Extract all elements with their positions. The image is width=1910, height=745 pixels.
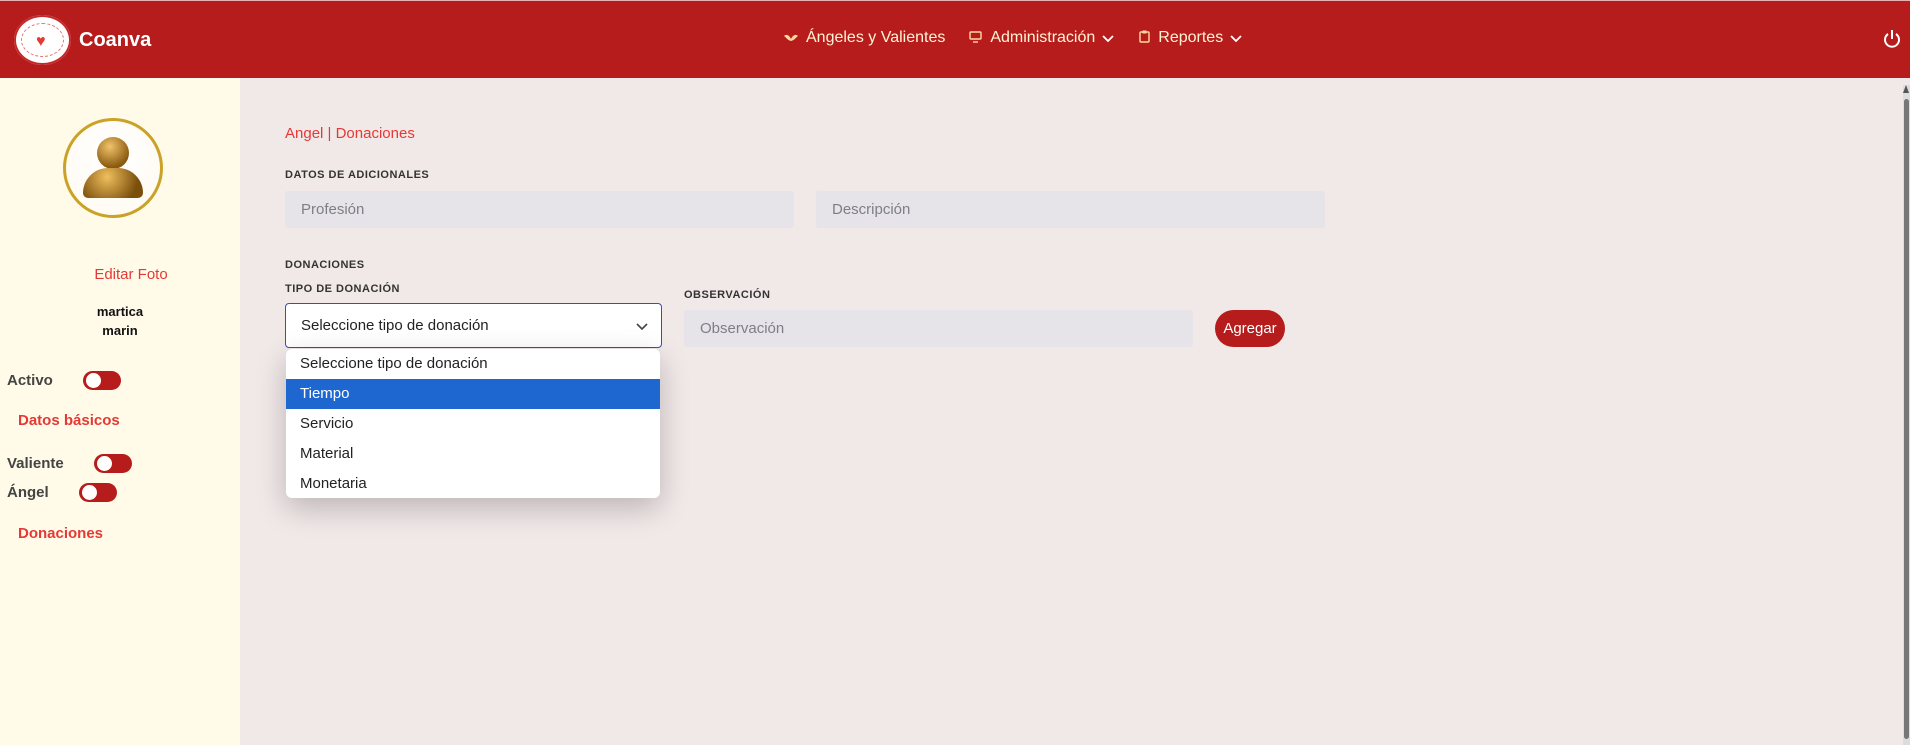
tipo-donacion-select[interactable]: Seleccione tipo de donación (285, 303, 662, 348)
logo: ♥ (14, 15, 71, 65)
nav-item-administracion[interactable]: Administración (969, 29, 1115, 47)
angel-label: Ángel (7, 484, 49, 501)
activo-label: Activo (7, 372, 53, 389)
clipboard-icon (1139, 30, 1150, 46)
datos-basicos-link[interactable]: Datos básicos (18, 412, 120, 429)
chevron-down-icon (636, 323, 648, 331)
tipo-donacion-value: Seleccione tipo de donación (301, 317, 489, 334)
avatar-head (97, 137, 129, 169)
nav-menu: Ángeles y Valientes Administración Repor… (784, 29, 1267, 47)
valiente-label: Valiente (7, 455, 64, 472)
adicionales-title: DATOS DE ADICIONALES (285, 169, 430, 181)
nav-item-label: Reportes (1158, 29, 1224, 46)
tipo-donacion-dropdown: Seleccione tipo de donación Tiempo Servi… (286, 349, 660, 498)
activo-toggle[interactable] (83, 371, 121, 390)
power-icon[interactable] (1882, 29, 1902, 49)
nav-item-label: Ángeles y Valientes (806, 29, 946, 46)
user-first-name: martica (96, 304, 144, 319)
sidebar: Editar Foto martica marin Activo Datos b… (0, 78, 240, 745)
scrollbar-thumb[interactable] (1904, 99, 1909, 739)
top-navbar: ♥ Coanva Ángeles y Valientes Administrac… (0, 0, 1910, 78)
monitor-icon (969, 30, 983, 46)
donaciones-title: DONACIONES (285, 259, 365, 271)
chevron-down-icon (1230, 35, 1242, 43)
brand-name: Coanva (79, 28, 152, 51)
valiente-toggle[interactable] (94, 454, 132, 473)
breadcrumb[interactable]: Angel | Donaciones (285, 125, 415, 142)
profesion-input[interactable]: Profesión (285, 191, 794, 228)
page-scrollbar[interactable] (1903, 85, 1910, 745)
avatar (63, 118, 163, 218)
observacion-input[interactable]: Observación (684, 310, 1193, 347)
donaciones-link[interactable]: Donaciones (18, 525, 103, 542)
angel-toggle[interactable] (79, 483, 117, 502)
dropdown-option[interactable]: Seleccione tipo de donación (286, 349, 660, 379)
user-last-name: marin (102, 323, 138, 338)
dropdown-option[interactable]: Servicio (286, 409, 660, 439)
activo-row: Activo (7, 371, 121, 390)
observacion-label: OBSERVACIÓN (684, 289, 771, 301)
valiente-row: Valiente (7, 454, 132, 473)
dropdown-option[interactable]: Monetaria (286, 469, 660, 498)
dropdown-option[interactable]: Material (286, 439, 660, 469)
descripcion-input[interactable]: Descripción (816, 191, 1325, 228)
nav-item-label: Administración (990, 29, 1096, 46)
angel-row: Ángel (7, 483, 117, 502)
scroll-up-icon[interactable] (1903, 85, 1909, 93)
edit-photo-link[interactable]: Editar Foto (0, 266, 262, 283)
avatar-body (83, 168, 143, 198)
dropdown-option-highlighted[interactable]: Tiempo (286, 379, 660, 409)
angel-wings-icon (784, 31, 798, 46)
nav-item-reportes[interactable]: Reportes (1139, 29, 1243, 47)
heart-icon: ♥ (36, 33, 46, 50)
brand[interactable]: ♥ Coanva (14, 15, 151, 65)
tipo-donacion-label: TIPO DE DONACIÓN (285, 283, 400, 295)
agregar-button[interactable]: Agregar (1215, 310, 1285, 347)
user-name: martica marin (0, 302, 240, 340)
nav-item-angeles[interactable]: Ángeles y Valientes (784, 29, 945, 47)
chevron-down-icon (1102, 35, 1114, 43)
